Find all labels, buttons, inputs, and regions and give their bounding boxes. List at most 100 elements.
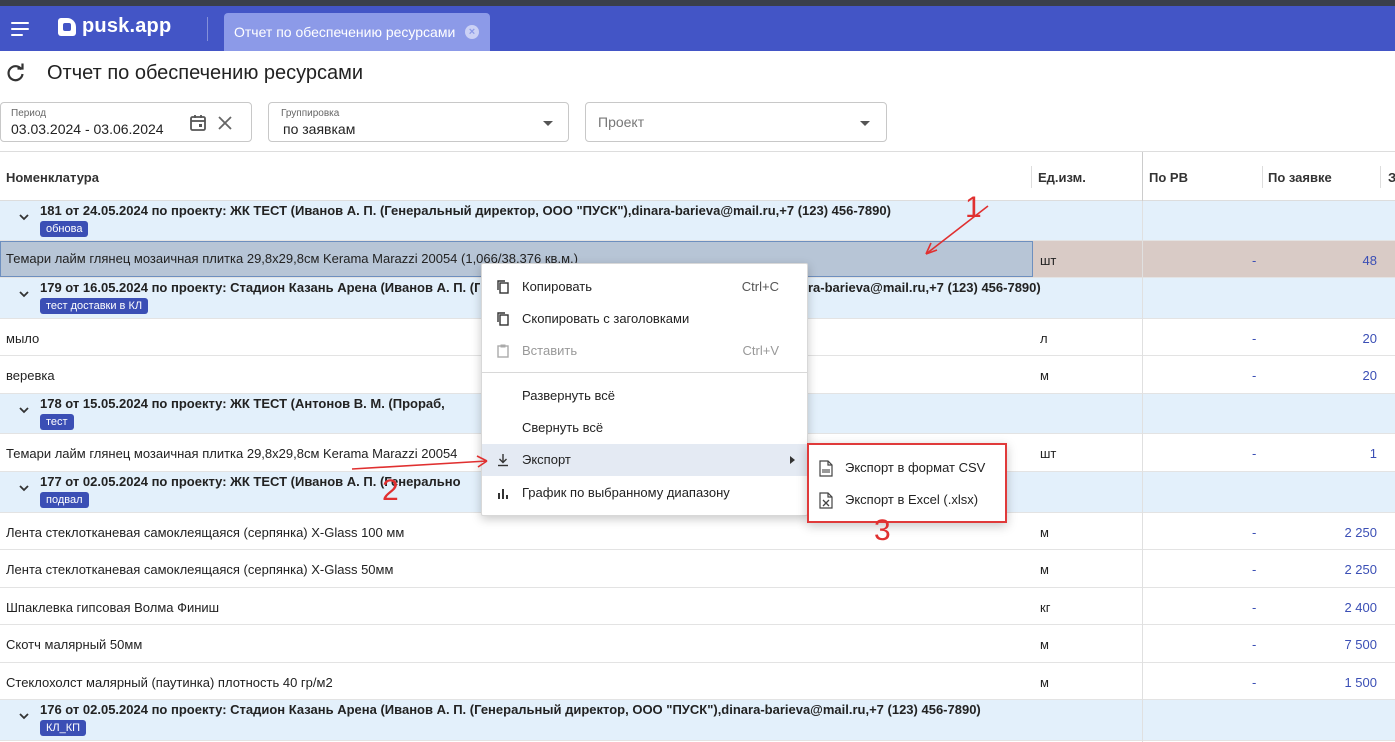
menu-item-expand-all[interactable]: Развернуть всё xyxy=(482,380,807,412)
col-cut[interactable]: З xyxy=(1388,170,1395,185)
item-name: Лента стеклотканевая самоклеящаяся (серп… xyxy=(6,525,405,540)
table-row[interactable]: Стеклохолст малярный (паутинка) плотност… xyxy=(0,663,1395,700)
item-by-rv: - xyxy=(1252,637,1257,652)
item-name: веревка xyxy=(6,368,55,383)
item-qty[interactable]: 1 xyxy=(1370,446,1377,461)
col-unit[interactable]: Ед.изм. xyxy=(1038,170,1086,185)
menu-item-paste[interactable]: Вставить Ctrl+V xyxy=(482,335,807,367)
page-title: Отчет по обеспечению ресурсами xyxy=(47,62,364,84)
app-logo[interactable]: pusk.app xyxy=(58,15,171,38)
refresh-icon[interactable] xyxy=(6,63,26,83)
tab-label: Отчет по обеспечению ресурсами xyxy=(234,24,456,40)
item-by-rv: - xyxy=(1252,253,1257,268)
col-nomenclature[interactable]: Номенклатура xyxy=(6,170,99,185)
menu-item-label: График по выбранному диапазону xyxy=(522,485,730,500)
item-by-rv: - xyxy=(1252,368,1257,383)
table-row[interactable]: Скотч малярный 50мм м - 7 500 xyxy=(0,625,1395,663)
col-separator xyxy=(1031,166,1032,188)
item-qty[interactable]: 20 xyxy=(1363,368,1377,383)
item-qty[interactable]: 2 400 xyxy=(1344,600,1377,615)
grid-header: Номенклатура Ед.изм. По РВ По заявке З xyxy=(0,151,1395,202)
item-name: Лента стеклотканевая самоклеящаяся (серп… xyxy=(6,562,394,577)
excel-file-icon xyxy=(819,492,833,509)
item-unit: м xyxy=(1040,368,1049,383)
chevron-down-icon[interactable] xyxy=(18,404,30,416)
col-separator xyxy=(1262,166,1263,188)
context-menu: Копировать Ctrl+C Скопировать с заголовк… xyxy=(481,263,808,516)
clear-icon[interactable] xyxy=(217,115,233,131)
copy-icon xyxy=(497,312,509,326)
chevron-down-icon[interactable] xyxy=(18,288,30,300)
selected-row-rest xyxy=(1033,241,1395,277)
chevron-down-icon[interactable] xyxy=(18,710,30,722)
chevron-down-icon[interactable] xyxy=(18,211,30,223)
item-name: Темари лайм глянец мозаичная плитка 29,8… xyxy=(6,446,458,461)
group-row[interactable]: 176 от 02.05.2024 по проекту: Стадион Ка… xyxy=(0,700,1395,741)
menu-item-collapse-all[interactable]: Свернуть всё xyxy=(482,412,807,444)
csv-file-icon xyxy=(819,460,833,477)
table-row[interactable]: Шпаклевка гипсовая Волма Финиш кг - 2 40… xyxy=(0,588,1395,625)
menu-item-shortcut: Ctrl+C xyxy=(741,279,779,294)
item-name: Шпаклевка гипсовая Волма Финиш xyxy=(6,600,220,615)
menu-item-export[interactable]: Экспорт xyxy=(482,444,807,476)
app-bar: pusk.app Отчет по обеспечению ресурсами … xyxy=(0,6,1395,51)
item-by-rv: - xyxy=(1252,675,1257,690)
col-by-request[interactable]: По заявке xyxy=(1268,170,1332,185)
page-header: Отчет по обеспечению ресурсами xyxy=(0,53,1395,95)
item-name: мыло xyxy=(6,331,40,346)
menu-item-label: Экспорт xyxy=(522,452,571,467)
logo-text: pusk.app xyxy=(82,15,172,37)
tab-report[interactable]: Отчет по обеспечению ресурсами × xyxy=(224,13,490,51)
menu-item-copy[interactable]: Копировать Ctrl+C xyxy=(482,271,807,303)
grouping-select[interactable]: Группировка по заявкам xyxy=(268,102,569,142)
chevron-down-icon xyxy=(543,121,553,126)
annotation-number-3: 3 xyxy=(874,514,891,547)
menu-item-export-xlsx[interactable]: Экспорт в Excel (.xlsx) xyxy=(809,484,1005,516)
item-by-rv: - xyxy=(1252,525,1257,540)
item-qty[interactable]: 2 250 xyxy=(1344,562,1377,577)
table-row[interactable]: Лента стеклотканевая самоклеящаяся (серп… xyxy=(0,513,1395,550)
grouping-label: Группировка xyxy=(281,108,340,119)
item-by-rv: - xyxy=(1252,331,1257,346)
item-by-rv: - xyxy=(1252,562,1257,577)
menu-item-export-csv[interactable]: Экспорт в формат CSV xyxy=(809,452,1005,484)
group-tag: обнова xyxy=(40,221,89,237)
item-qty[interactable]: 7 500 xyxy=(1344,637,1377,652)
menu-separator xyxy=(482,372,807,373)
item-name: Скотч малярный 50мм xyxy=(6,637,143,652)
item-unit: шт xyxy=(1040,253,1057,268)
item-unit: м xyxy=(1040,525,1049,540)
col-by-rv[interactable]: По РВ xyxy=(1149,170,1188,185)
item-unit: кг xyxy=(1040,600,1051,615)
calendar-icon[interactable] xyxy=(189,114,207,132)
item-unit: м xyxy=(1040,675,1049,690)
item-qty[interactable]: 20 xyxy=(1363,331,1377,346)
item-unit: шт xyxy=(1040,446,1057,461)
chevron-down-icon[interactable] xyxy=(18,482,30,494)
period-label: Период xyxy=(11,108,47,119)
close-icon[interactable]: × xyxy=(465,25,479,39)
col-separator xyxy=(1380,166,1381,188)
annotation-number-2: 2 xyxy=(382,474,399,507)
menu-icon[interactable] xyxy=(11,22,29,36)
group-title: 176 от 02.05.2024 по проекту: Стадион Ка… xyxy=(40,702,981,717)
paste-icon xyxy=(497,344,509,358)
table-row[interactable]: Лента стеклотканевая самоклеящаяся (серп… xyxy=(0,550,1395,588)
menu-item-chart[interactable]: График по выбранному диапазону xyxy=(482,477,807,509)
item-qty[interactable]: 2 250 xyxy=(1344,525,1377,540)
item-qty[interactable]: 48 xyxy=(1363,253,1377,268)
item-unit: м xyxy=(1040,562,1049,577)
item-by-rv: - xyxy=(1252,600,1257,615)
appbar-divider xyxy=(207,17,208,41)
project-select[interactable]: Проект xyxy=(585,102,887,142)
chevron-down-icon xyxy=(860,121,870,126)
chevron-right-icon xyxy=(790,456,795,464)
group-title: 179 от 16.05.2024 по проекту: Стадион Ка… xyxy=(40,280,480,295)
item-unit: м xyxy=(1040,637,1049,652)
item-qty[interactable]: 1 500 xyxy=(1344,675,1377,690)
menu-item-label: Копировать xyxy=(522,279,592,294)
group-row[interactable]: 181 от 24.05.2024 по проекту: ЖК ТЕСТ (И… xyxy=(0,201,1395,241)
period-field[interactable]: Период 03.03.2024 - 03.06.2024 xyxy=(0,102,252,142)
menu-item-copy-headers[interactable]: Скопировать с заголовками xyxy=(482,303,807,335)
col-divider xyxy=(1142,152,1143,202)
